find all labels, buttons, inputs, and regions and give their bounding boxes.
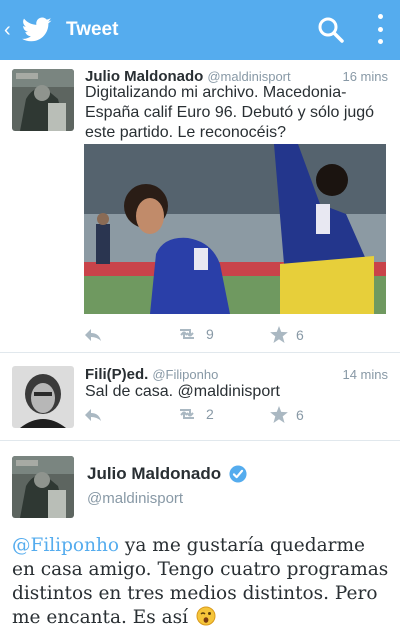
retweet-icon xyxy=(180,329,194,339)
timestamp: 16 mins xyxy=(342,69,388,84)
back-chevron-icon[interactable]: ‹ xyxy=(4,20,16,40)
avatar[interactable] xyxy=(12,69,74,131)
header-title: Tweet xyxy=(66,19,119,40)
app-header: ‹ Tweet xyxy=(0,0,400,60)
tweet-text: Sal de casa. @maldinisport xyxy=(85,383,280,400)
author-name[interactable]: Julio Maldonado xyxy=(87,464,247,484)
search-icon[interactable] xyxy=(318,17,344,43)
tweet-text: @Filiponho ya me gustaría quedarme en ca… xyxy=(12,535,389,628)
tweet-item[interactable]: Fili(P)ed. @Filiponho 14 mins Sal de casa… xyxy=(0,353,400,441)
wink-face-icon xyxy=(196,606,216,626)
reply-button[interactable] xyxy=(84,328,102,342)
tweet-text: Digitalizando mi archivo. Macedonia-Espa… xyxy=(85,84,375,141)
retweet-count: 9 xyxy=(206,326,214,342)
timestamp: 14 mins xyxy=(342,367,388,382)
author-handle: @maldinisport xyxy=(207,69,291,84)
favorite-button[interactable]: 6 xyxy=(270,406,304,423)
retweet-button[interactable]: 2 xyxy=(176,406,214,422)
avatar[interactable] xyxy=(12,456,74,518)
retweet-count: 2 xyxy=(206,406,214,422)
favorite-count: 6 xyxy=(296,406,304,423)
author-handle: @Filiponho xyxy=(152,367,219,382)
reply-icon xyxy=(85,409,101,421)
author-handle[interactable]: @maldinisport xyxy=(87,490,183,507)
twitter-bird-icon[interactable] xyxy=(22,17,52,43)
tweet-actions: 2 6 xyxy=(84,406,384,426)
tweet-actions: 9 6 xyxy=(84,326,384,346)
mention-link[interactable]: @Filiponho xyxy=(12,535,119,556)
retweet-button[interactable]: 9 xyxy=(176,326,214,342)
star-icon xyxy=(270,406,288,423)
star-icon xyxy=(270,326,288,343)
overflow-menu-icon[interactable] xyxy=(376,14,384,44)
tweet-item[interactable]: Julio Maldonado @maldinisport 16 mins Dig… xyxy=(0,60,400,353)
favorite-button[interactable]: 6 xyxy=(270,326,304,343)
reply-button[interactable] xyxy=(84,408,102,422)
retweet-icon xyxy=(180,409,194,419)
avatar[interactable] xyxy=(12,366,74,428)
favorite-count: 6 xyxy=(296,326,304,343)
reply-icon xyxy=(85,329,101,341)
author-name[interactable]: Fili(P)ed. @Filiponho xyxy=(85,366,218,383)
verified-badge-icon xyxy=(229,465,247,483)
tweet-photo[interactable] xyxy=(84,144,386,314)
